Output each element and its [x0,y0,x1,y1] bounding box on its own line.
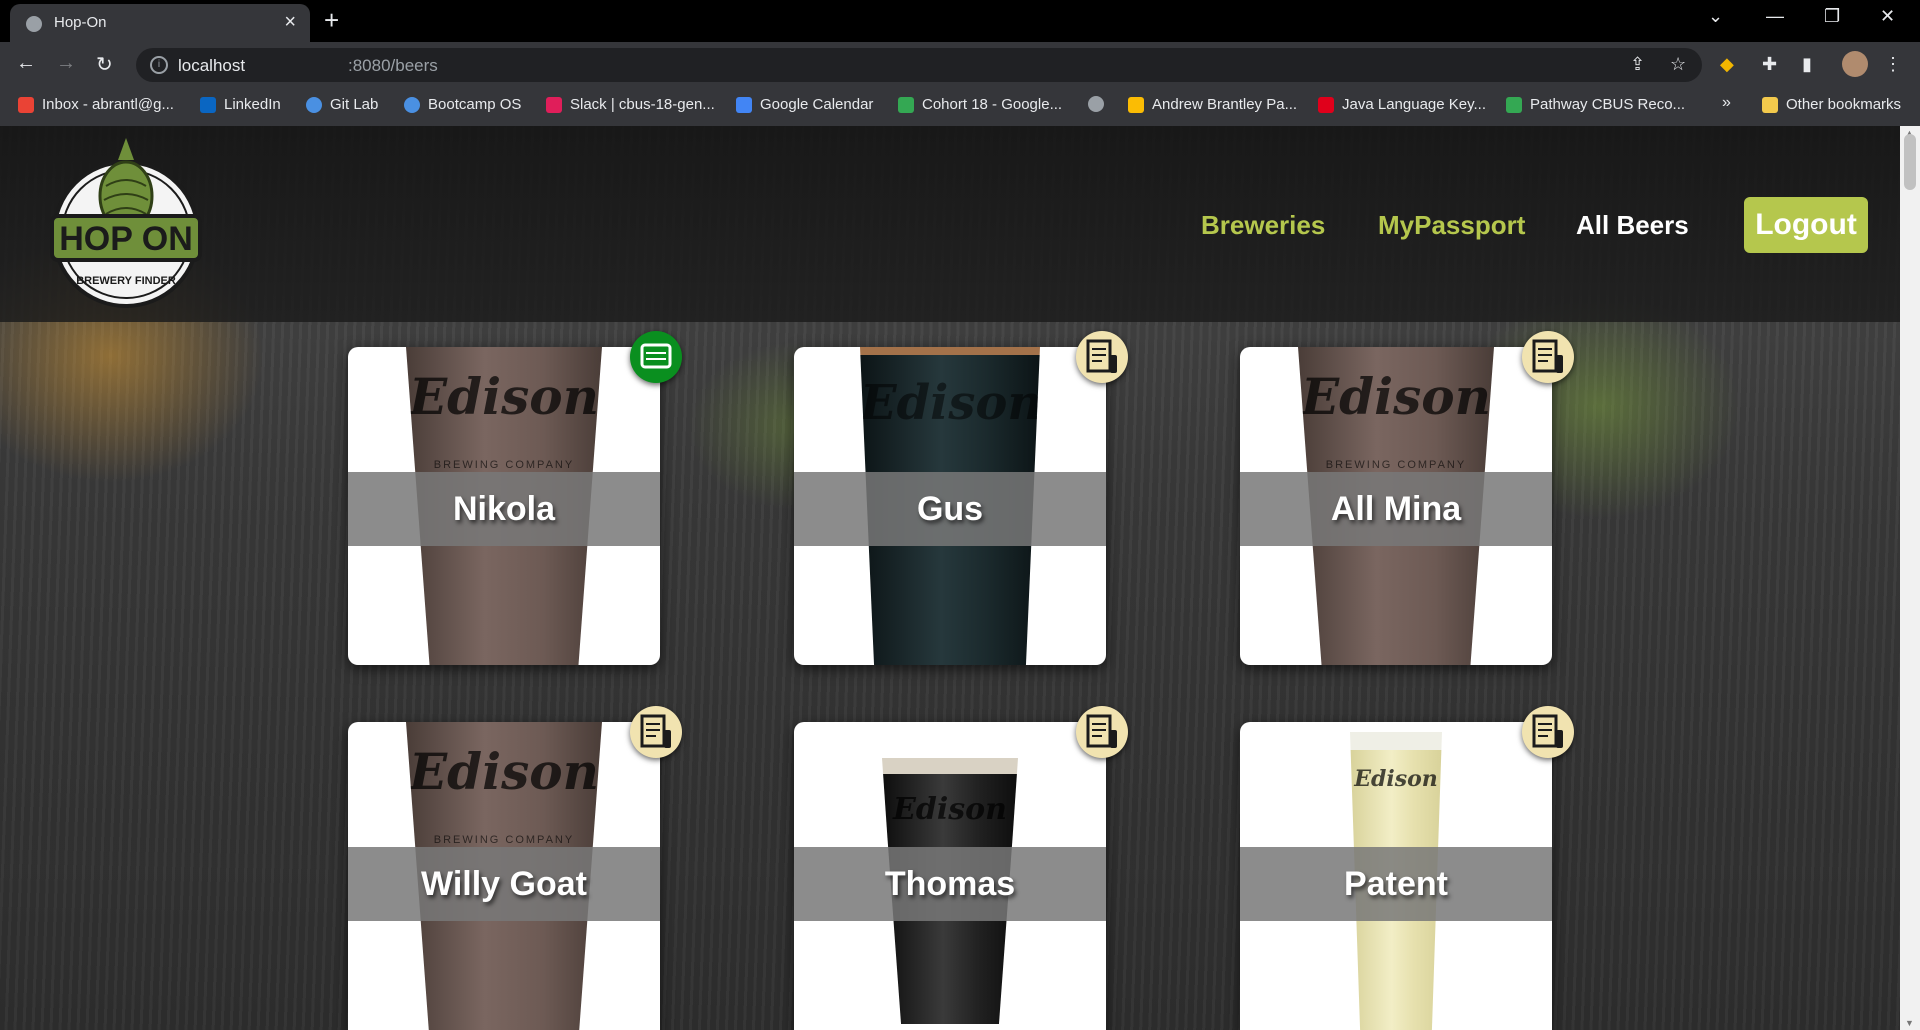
bookmark-item[interactable] [1088,96,1104,112]
address-bar[interactable]: i localhost :8080/beers ⇪ ☆ [136,48,1702,82]
beer-name: Willy Goat [348,847,660,921]
oracle-icon [1318,96,1334,113]
beer-card[interactable]: Edison BREWING COMPANY Willy Goat [348,722,660,1030]
site-header: HOP ON BREWERY FINDER Breweries MyPasspo… [0,126,1900,322]
hop-on-logo[interactable]: HOP ON BREWERY FINDER [46,134,206,312]
tab-strip: Hop-On × + ⌄ — ❐ ✕ [0,0,1920,42]
logo-text: HOP ON [59,220,193,258]
beer-name: Gus [794,472,1106,546]
scroll-down-icon[interactable]: ▼ [1905,1018,1914,1028]
calendar-icon [736,96,752,113]
folder-icon [1762,96,1778,113]
beer-name: Patent [1240,847,1552,921]
browser-tab[interactable]: Hop-On × [10,4,310,42]
logout-button[interactable]: Logout [1744,197,1868,253]
globe-icon [1088,96,1104,112]
extensions-puzzle-icon[interactable]: ✚ [1762,54,1777,75]
beer-name: All Mina [1240,472,1552,546]
browser-menu-icon[interactable]: ⋮ [1884,54,1902,75]
bookmark-item[interactable]: Cohort 18 - Google... [898,96,1062,113]
bootcamp-icon [404,96,420,113]
beer-name: Thomas [794,847,1106,921]
bookmark-item[interactable]: Inbox - abrantl@g... [18,96,174,113]
side-panel-icon[interactable]: ▮ [1802,54,1812,75]
new-tab-icon[interactable]: + [324,6,339,34]
bookmark-item[interactable]: Bootcamp OS [404,96,521,113]
page-viewport: HOP ON BREWERY FINDER Breweries MyPasspo… [0,126,1900,1030]
more-bookmarks-button[interactable]: » [1722,94,1731,112]
close-window-icon[interactable]: ✕ [1880,6,1895,27]
site-info-icon[interactable]: i [150,56,168,74]
beer-menu-icon[interactable] [1076,706,1128,758]
beer-menu-icon[interactable] [1076,331,1128,383]
gmail-icon [18,96,34,113]
page-scrollbar[interactable]: ▲ ▼ [1900,126,1920,1030]
restore-icon[interactable]: ❐ [1824,6,1840,27]
nav-mypassport[interactable]: MyPassport [1378,210,1525,241]
scrollbar-thumb[interactable] [1904,134,1916,190]
bookmark-item[interactable]: Git Lab [306,96,378,113]
beer-menu-icon[interactable] [1522,706,1574,758]
bookmark-item[interactable]: Pathway CBUS Reco... [1506,96,1685,113]
url-host: localhost [178,56,246,75]
tab-search-icon[interactable]: ⌄ [1708,6,1723,27]
url-path: :8080/beers [348,56,438,75]
logo-subtext: BREWERY FINDER [76,275,176,287]
minimize-icon[interactable]: — [1766,6,1784,27]
bookmark-item[interactable]: Andrew Brantley Pa... [1128,96,1297,113]
drive-icon [1128,96,1144,113]
bookmark-item[interactable]: Slack | cbus-18-gen... [546,96,715,113]
bookmark-item[interactable]: Java Language Key... [1318,96,1486,113]
beer-menu-icon[interactable] [1522,331,1574,383]
bookmark-item[interactable]: Google Calendar [736,96,873,113]
visited-stamp-icon[interactable] [630,331,682,383]
gitlab-icon [306,96,322,113]
tab-title: Hop-On [54,14,107,31]
bookmark-star-icon[interactable]: ☆ [1670,54,1686,75]
beer-card[interactable]: Edison Thomas [794,722,1106,1030]
beer-name: Nikola [348,472,660,546]
beer-card[interactable]: Edison BREWING COMPANY All Mina [1240,347,1552,665]
other-bookmarks[interactable]: Other bookmarks [1762,96,1901,113]
browser-toolbar: ← → ↻ i localhost :8080/beers ⇪ ☆ ◆ ✚ ▮ … [0,42,1920,88]
profile-avatar[interactable] [1842,51,1868,77]
bookmarks-bar: Inbox - abrantl@g... LinkedIn Git Lab Bo… [0,88,1920,126]
drive-icon [898,96,914,113]
drive-icon [1506,96,1522,113]
reload-icon[interactable]: ↻ [96,52,113,77]
forward-icon[interactable]: → [56,52,76,75]
linkedin-icon [200,96,216,113]
beer-card[interactable]: Edison Patent [1240,722,1552,1030]
extension-icon[interactable]: ◆ [1720,54,1734,75]
nav-all-beers[interactable]: All Beers [1576,210,1689,241]
close-tab-icon[interactable]: × [284,11,296,34]
site-favicon-icon [26,16,42,32]
slack-icon [546,96,562,113]
back-icon[interactable]: ← [16,52,36,75]
beer-menu-icon[interactable] [630,706,682,758]
beer-card[interactable]: Edison BREWING COMPANY Nikola [348,347,660,665]
nav-breweries[interactable]: Breweries [1201,210,1325,241]
share-icon[interactable]: ⇪ [1630,54,1645,75]
bookmark-item[interactable]: LinkedIn [200,96,281,113]
beer-card[interactable]: Edison Gus [794,347,1106,665]
